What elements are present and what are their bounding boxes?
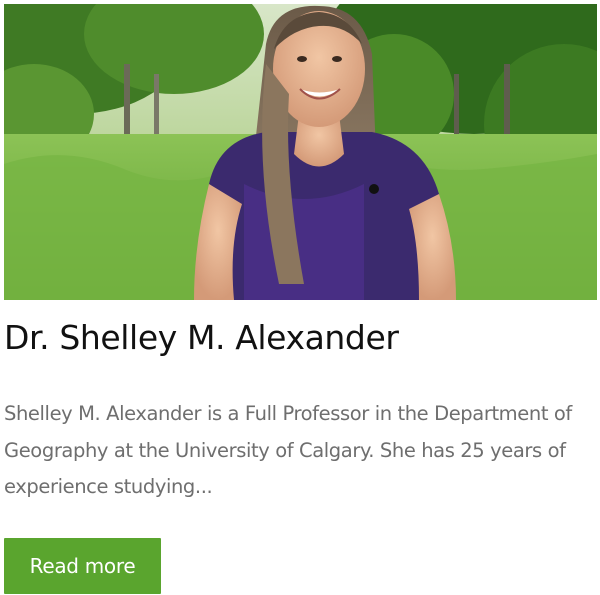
- profile-photo[interactable]: [4, 4, 597, 300]
- profile-photo-illustration: [4, 4, 597, 300]
- profile-title[interactable]: Dr. Shelley M. Alexander: [4, 318, 399, 358]
- read-more-button[interactable]: Read more: [4, 538, 161, 594]
- profile-card: Dr. Shelley M. Alexander Shelley M. Alex…: [0, 0, 600, 595]
- profile-bio: Shelley M. Alexander is a Full Professor…: [4, 402, 572, 498]
